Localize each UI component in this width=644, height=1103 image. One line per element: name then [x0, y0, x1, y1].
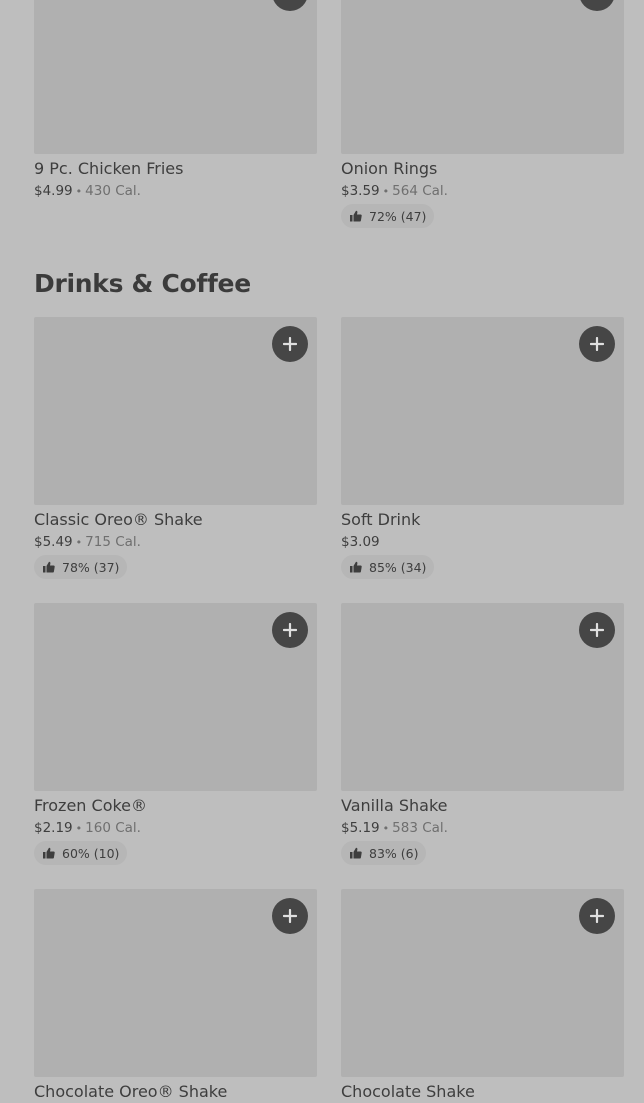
item-image[interactable] [34, 603, 317, 791]
item-calories: 715 Cal. [85, 534, 141, 550]
rating-badge: 83% (6) [341, 841, 427, 865]
plus-icon [283, 623, 297, 637]
menu-item-card[interactable]: Classic Oreo® Shake $5.49 • 715 Cal. 78% (… [34, 317, 317, 579]
rating-badge: 85% (34) [341, 555, 435, 579]
menu-item-card[interactable]: Vanilla Shake $5.19 • 583 Cal. 83% (6) [341, 603, 624, 865]
thumbs-up-icon [350, 847, 362, 859]
plus-icon [590, 623, 604, 637]
item-name: Chocolate Oreo® Shake [34, 1082, 228, 1101]
add-item-button[interactable] [272, 612, 308, 648]
separator-dot: • [75, 536, 83, 549]
item-meta: $3.59 • 564 Cal. [341, 181, 448, 202]
item-meta: $2.19 • 160 Cal. [34, 818, 141, 839]
item-image[interactable] [341, 317, 624, 505]
menu-item-card[interactable]: 9 Pc. Chicken Fries $4.99 • 430 Cal. [34, 0, 317, 199]
plus-icon [590, 909, 604, 923]
item-meta: $4.99 • 430 Cal. [34, 181, 141, 202]
separator-dot: • [75, 185, 83, 198]
item-price: $2.19 [34, 820, 73, 836]
item-name: Classic Oreo® Shake [34, 510, 203, 529]
add-item-button[interactable] [272, 898, 308, 934]
item-image[interactable] [341, 889, 624, 1077]
rating-badge: 72% (47) [341, 204, 435, 228]
item-image[interactable] [341, 0, 624, 154]
menu-page: 9 Pc. Chicken Fries $4.99 • 430 Cal. Onion… [0, 0, 644, 1103]
item-image[interactable] [341, 603, 624, 791]
item-meta: $5.19 • 583 Cal. [341, 818, 448, 839]
add-item-button[interactable] [272, 326, 308, 362]
item-price: $5.19 [341, 820, 380, 836]
menu-item-card[interactable]: Chocolate Oreo® Shake [34, 889, 317, 1101]
rating-badge: 60% (10) [34, 841, 128, 865]
menu-item-card[interactable]: Chocolate Shake [341, 889, 624, 1101]
thumbs-up-icon [350, 561, 362, 573]
plus-icon [283, 337, 297, 351]
menu-item-card[interactable]: Frozen Coke® $2.19 • 160 Cal. 60% (10) [34, 603, 317, 865]
item-name: Chocolate Shake [341, 1082, 475, 1101]
item-meta: $5.49 • 715 Cal. [34, 532, 141, 553]
item-image[interactable] [34, 317, 317, 505]
add-item-button[interactable] [272, 0, 308, 11]
add-item-button[interactable] [579, 0, 615, 11]
item-price: $5.49 [34, 534, 73, 550]
item-image[interactable] [34, 0, 317, 154]
item-price: $3.59 [341, 183, 380, 199]
thumbs-up-icon [43, 847, 55, 859]
item-image[interactable] [34, 889, 317, 1077]
item-calories: 564 Cal. [392, 183, 448, 199]
thumbs-up-icon [43, 561, 55, 573]
item-name: Vanilla Shake [341, 796, 448, 815]
item-price: $4.99 [34, 183, 73, 199]
item-calories: 430 Cal. [85, 183, 141, 199]
separator-dot: • [382, 185, 390, 198]
add-item-button[interactable] [579, 612, 615, 648]
rating-text: 85% (34) [369, 559, 427, 575]
rating-text: 60% (10) [62, 845, 120, 861]
item-name: Frozen Coke® [34, 796, 148, 815]
item-calories: 583 Cal. [392, 820, 448, 836]
menu-item-card[interactable]: Onion Rings $3.59 • 564 Cal. 72% (47) [341, 0, 624, 228]
item-name: 9 Pc. Chicken Fries [34, 159, 184, 178]
item-calories: 160 Cal. [85, 820, 141, 836]
add-item-button[interactable] [579, 326, 615, 362]
rating-text: 83% (6) [369, 845, 419, 861]
item-name: Soft Drink [341, 510, 421, 529]
menu-item-card[interactable]: Soft Drink $3.09 85% (34) [341, 317, 624, 579]
rating-text: 78% (37) [62, 559, 120, 575]
separator-dot: • [382, 822, 390, 835]
plus-icon [590, 337, 604, 351]
section-title-drinks: Drinks & Coffee [34, 269, 251, 298]
separator-dot: • [75, 822, 83, 835]
rating-text: 72% (47) [369, 208, 427, 224]
item-meta: $3.09 [341, 532, 380, 552]
item-price: $3.09 [341, 534, 380, 550]
plus-icon [283, 909, 297, 923]
rating-badge: 78% (37) [34, 555, 128, 579]
thumbs-up-icon [350, 210, 362, 222]
item-name: Onion Rings [341, 159, 438, 178]
add-item-button[interactable] [579, 898, 615, 934]
